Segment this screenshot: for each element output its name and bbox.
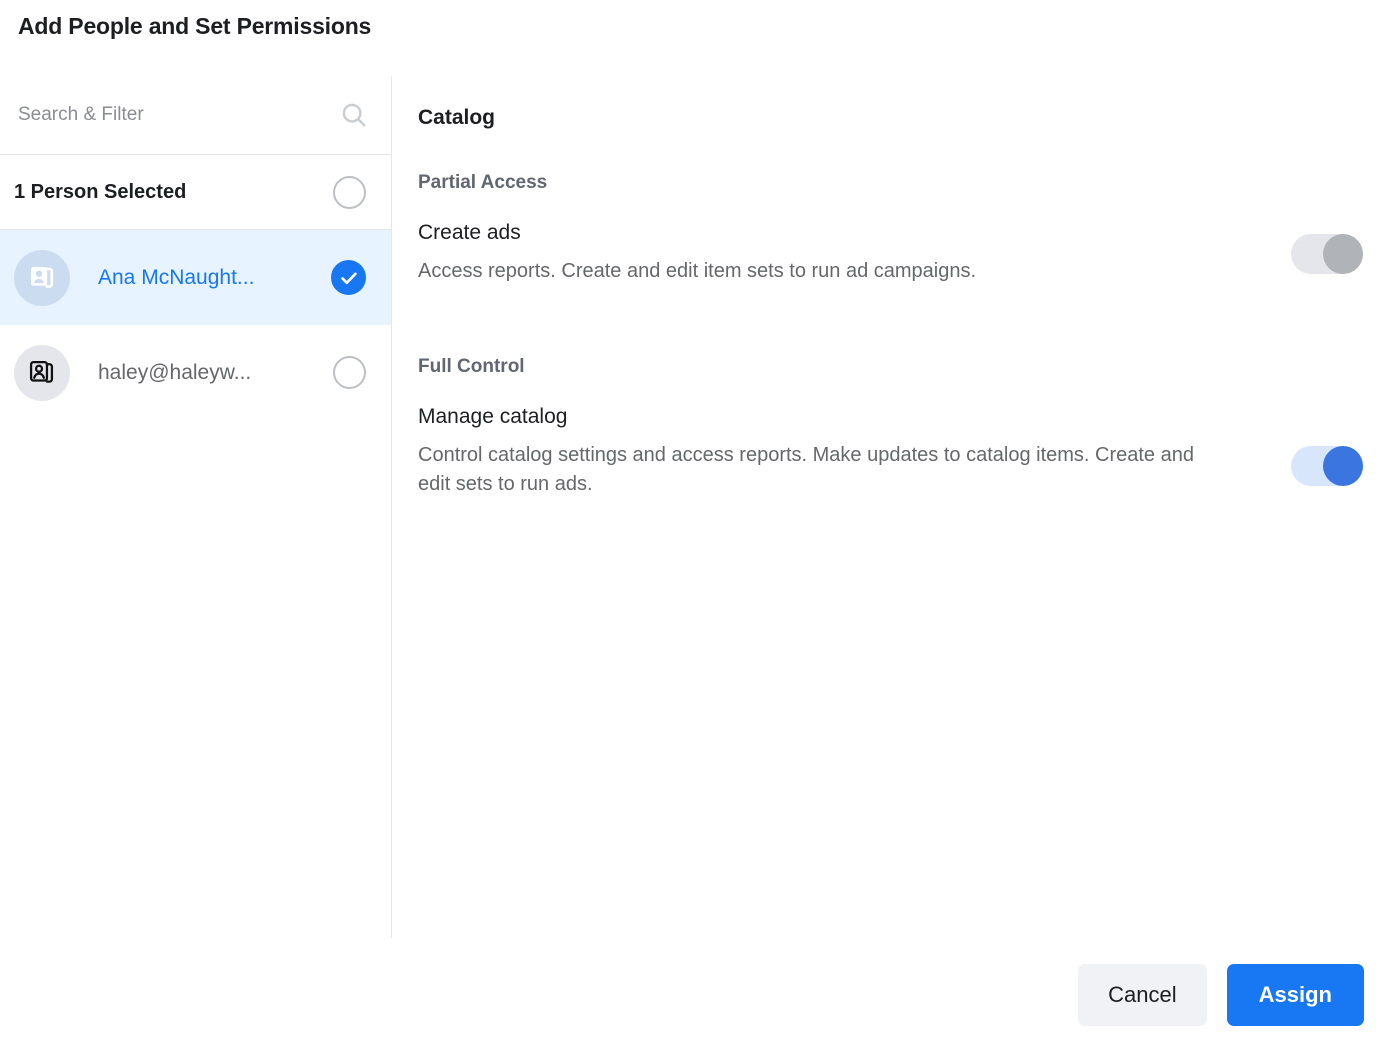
list-item-person-0[interactable]: Ana McNaught... [0,230,391,325]
permission-create-ads: Create ads Access reports. Create and ed… [418,220,1363,286]
permissions-panel: Catalog Partial Access Create ads Access… [393,76,1386,938]
permission-group-heading: Partial Access [418,172,548,193]
permission-description: Control catalog settings and access repo… [418,444,1194,495]
toggle-manage-catalog[interactable] [1291,446,1363,486]
toggle-knob [1323,446,1363,486]
search-row [0,76,391,155]
search-icon[interactable] [337,98,371,132]
permission-manage-catalog: Manage catalog Control catalog settings … [418,404,1363,498]
assign-button[interactable]: Assign [1226,964,1364,1026]
contact-cards-icon [14,344,70,401]
permission-group-full-control: Full Control Manage catalog Control cata… [418,356,1363,498]
person-checkbox-checked[interactable] [331,260,366,295]
person-name: Ana McNaught... [98,265,255,289]
select-all-checkbox[interactable] [333,175,366,209]
list-item-person-1[interactable]: haley@haleyw... [0,325,391,420]
page-title: Add People and Set Permissions [18,13,372,39]
permission-name: Create ads [418,221,521,244]
toggle-create-ads[interactable] [1291,234,1363,274]
contact-cards-icon [14,249,70,306]
selected-count-label: 1 Person Selected [14,180,187,203]
dialog-footer: Cancel Assign [0,938,1386,1052]
permission-group-heading: Full Control [418,356,525,377]
selected-count-row: 1 Person Selected [0,155,391,230]
toggle-knob [1323,234,1363,274]
person-checkbox[interactable] [333,356,366,389]
people-panel: 1 Person Selected Ana McNaught... [0,76,392,938]
permission-name: Manage catalog [418,405,568,428]
permissions-section-title: Catalog [418,106,496,129]
dialog-body: 1 Person Selected Ana McNaught... [0,76,1386,938]
person-name: haley@haleyw... [98,360,252,384]
search-input[interactable] [18,104,337,126]
permission-group-partial-access: Partial Access Create ads Access reports… [418,172,1363,286]
cancel-button[interactable]: Cancel [1078,964,1207,1026]
permission-description: Access reports. Create and edit item set… [418,260,977,283]
add-people-permissions-dialog: Add People and Set Permissions 1 Person … [0,0,1386,1052]
